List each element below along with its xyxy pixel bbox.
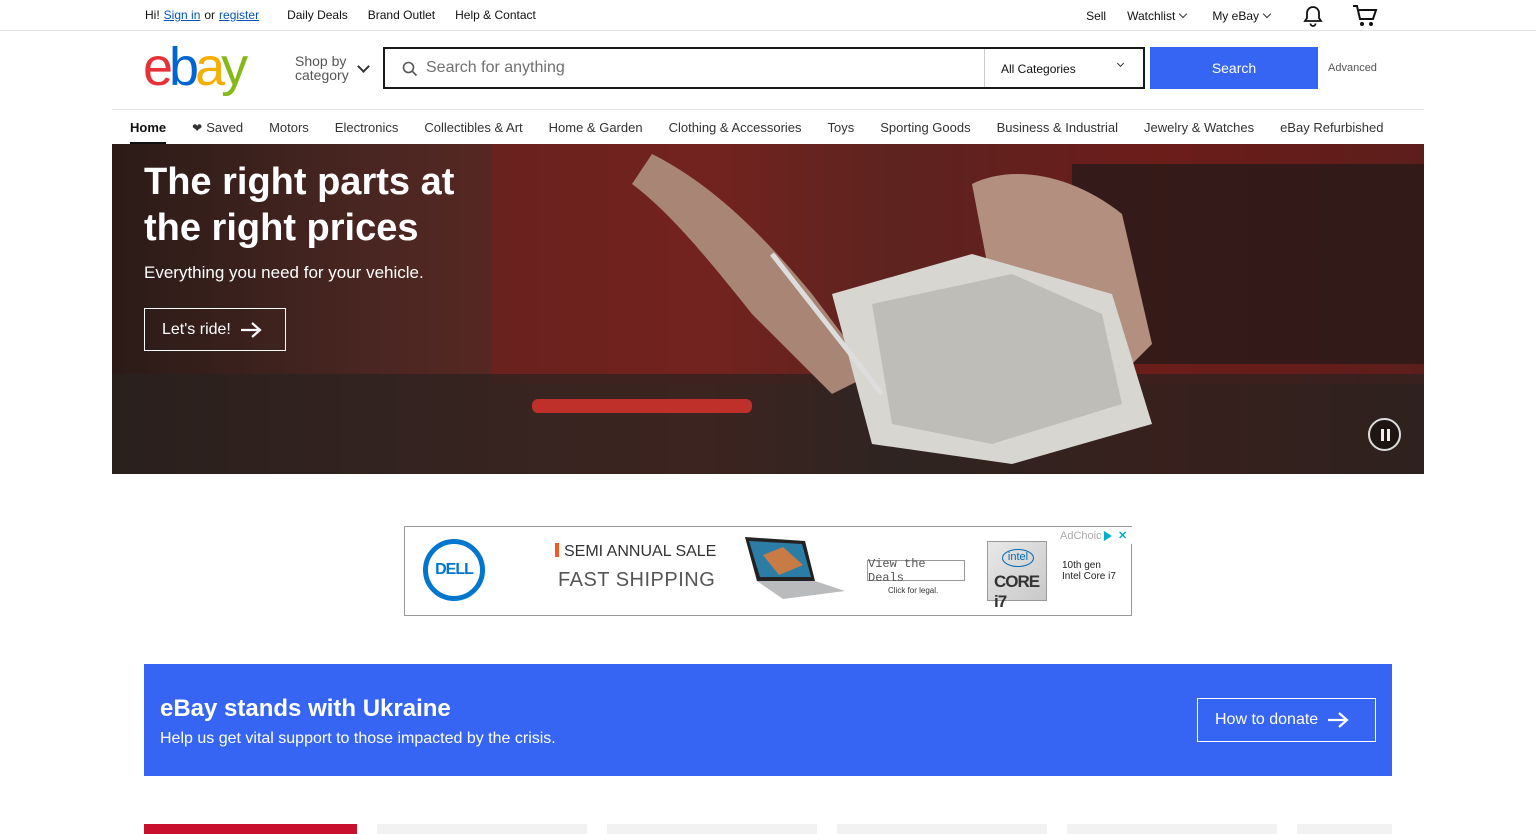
nav-label: Clothing & Accessories (668, 120, 802, 135)
category-select-label: All Categories (1001, 62, 1076, 76)
carousel-tile[interactable] (144, 824, 357, 834)
nav-label: Business & Industrial (996, 120, 1119, 135)
my-ebay-label: My eBay (1212, 9, 1259, 23)
ad-legal-link[interactable]: Click for legal. (888, 586, 938, 595)
nav-label: Collectibles & Art (424, 120, 523, 135)
nav-label: Saved (206, 120, 244, 135)
ukraine-subtitle: Help us get vital support to those impac… (160, 730, 556, 747)
nav-item-business-industrial[interactable]: Business & Industrial (997, 120, 1118, 144)
lets-ride-button[interactable]: Let's ride! (144, 308, 286, 351)
cart-icon[interactable] (1352, 4, 1378, 28)
processor-text: 10th gen Intel Core i7 (1062, 560, 1116, 582)
processor-line1: 10th gen (1062, 560, 1101, 571)
nav-item-motors[interactable]: Motors (269, 120, 309, 144)
donate-label: How to donate (1215, 711, 1319, 728)
adchoices-icon (1104, 530, 1112, 541)
nav-item-toys[interactable]: Toys (828, 120, 855, 144)
nav-item-ebay-refurbished[interactable]: eBay Refurbished (1280, 120, 1383, 144)
adchoices-badge[interactable]: AdChoices ✕ (1055, 527, 1132, 544)
top-left-links: Hi! Sign in or register Daily Deals Bran… (145, 8, 540, 22)
view-deals-button[interactable]: View the Deals (867, 557, 965, 585)
nav-label: Motors (269, 120, 309, 135)
shop-by-label: Shop by (295, 53, 347, 69)
brand-outlet-link[interactable]: Brand Outlet (368, 8, 435, 22)
watchlist-menu[interactable]: Watchlist (1127, 9, 1188, 23)
dell-logo: DELL (423, 539, 485, 601)
arrow-right-icon (1328, 712, 1349, 728)
nav-label: Jewelry & Watches (1144, 120, 1255, 135)
intel-logo: intel (1002, 549, 1034, 567)
bell-icon[interactable] (1302, 5, 1324, 27)
category-label: category (295, 67, 349, 83)
nav-label: Home (130, 120, 167, 135)
ebay-logo[interactable]: ebay (143, 40, 248, 94)
processor-line2: Intel Core i7 (1062, 571, 1116, 582)
adchoices-label: AdChoices (1060, 529, 1102, 542)
greeting-text: Hi! (145, 8, 160, 22)
hero-subtitle: Everything you need for your vehicle. (144, 263, 424, 282)
nav-label: Electronics (334, 120, 399, 135)
heart-icon: ❤ (192, 121, 203, 135)
top-right-links: Sell Watchlist My eBay (1064, 4, 1378, 28)
search-icon (402, 61, 418, 77)
cta-label: Let's ride! (162, 320, 231, 338)
nav-label: Home & Garden (548, 120, 643, 135)
search-bar: All Categories (383, 47, 1145, 89)
ad-headline: SEMI ANNUAL SALE (555, 543, 716, 561)
chevron-down-icon (1262, 9, 1272, 19)
how-to-donate-button[interactable]: How to donate (1197, 698, 1376, 742)
help-contact-link[interactable]: Help & Contact (455, 8, 536, 22)
nav-item-saved[interactable]: ❤ Saved (192, 120, 243, 144)
search-button[interactable]: Search (1150, 47, 1318, 89)
nav-item-clothing-accessories[interactable]: Clothing & Accessories (669, 120, 802, 144)
chevron-down-icon (1179, 9, 1188, 19)
ukraine-title: eBay stands with Ukraine (160, 695, 451, 722)
daily-deals-link[interactable]: Daily Deals (287, 8, 348, 22)
top-utility-bar: Hi! Sign in or register Daily Deals Bran… (0, 0, 1536, 31)
sell-label: Sell (1086, 9, 1107, 23)
ad-headline-text: SEMI ANNUAL SALE (564, 543, 717, 560)
intel-core-badge: intel CORE i7 (987, 541, 1047, 611)
nav-item-sporting-goods[interactable]: Sporting Goods (880, 120, 970, 144)
nav-item-home-garden[interactable]: Home & Garden (549, 120, 643, 144)
advanced-search-link[interactable]: Advanced (1328, 62, 1377, 74)
my-ebay-menu[interactable]: My eBay (1212, 9, 1272, 23)
nav-label: eBay Refurbished (1280, 120, 1384, 135)
watchlist-label: Watchlist (1127, 9, 1176, 23)
carousel-tile[interactable] (607, 824, 817, 834)
ukraine-banner: eBay stands with Ukraine Help us get vit… (144, 664, 1392, 776)
nav-item-collectibles-art[interactable]: Collectibles & Art (424, 120, 522, 144)
sell-link[interactable]: Sell (1086, 9, 1106, 23)
dell-ad[interactable]: DELL SEMI ANNUAL SALE FAST SHIPPING View… (404, 526, 1132, 616)
category-nav: Home ❤ Saved Motors Electronics Collectib… (112, 109, 1424, 144)
or-text: or (204, 8, 216, 22)
nav-item-home[interactable]: Home (130, 120, 167, 144)
hero-title: The right parts at the right prices (144, 161, 455, 249)
nav-label: Sporting Goods (880, 120, 971, 135)
arrow-right-icon (240, 321, 262, 338)
carousel-tile[interactable] (837, 824, 1047, 834)
register-link[interactable]: register (219, 8, 259, 22)
sign-in-link[interactable]: Sign in (164, 8, 201, 22)
carousel-tile[interactable] (1297, 824, 1392, 834)
chevron-down-icon (1116, 59, 1125, 68)
search-input[interactable] (385, 49, 985, 87)
ad-subhead: FAST SHIPPING (558, 569, 716, 591)
category-select[interactable]: All Categories (984, 49, 1143, 87)
pause-icon[interactable] (1368, 418, 1401, 451)
core-i7-label: CORE i7 (994, 572, 1040, 611)
nav-item-electronics[interactable]: Electronics (335, 120, 399, 144)
nav-item-jewelry-watches[interactable]: Jewelry & Watches (1144, 120, 1254, 144)
nav-label: Toys (827, 120, 855, 135)
carousel-tile[interactable] (1067, 824, 1277, 834)
shop-by-category-button[interactable]: Shop by category (295, 54, 349, 82)
hero-banner[interactable]: The right parts at the right prices Ever… (112, 144, 1424, 474)
chevron-down-icon (357, 60, 370, 73)
laptop-image (745, 537, 845, 599)
carousel-tile[interactable] (377, 824, 587, 834)
close-icon[interactable]: ✕ (1118, 529, 1127, 542)
